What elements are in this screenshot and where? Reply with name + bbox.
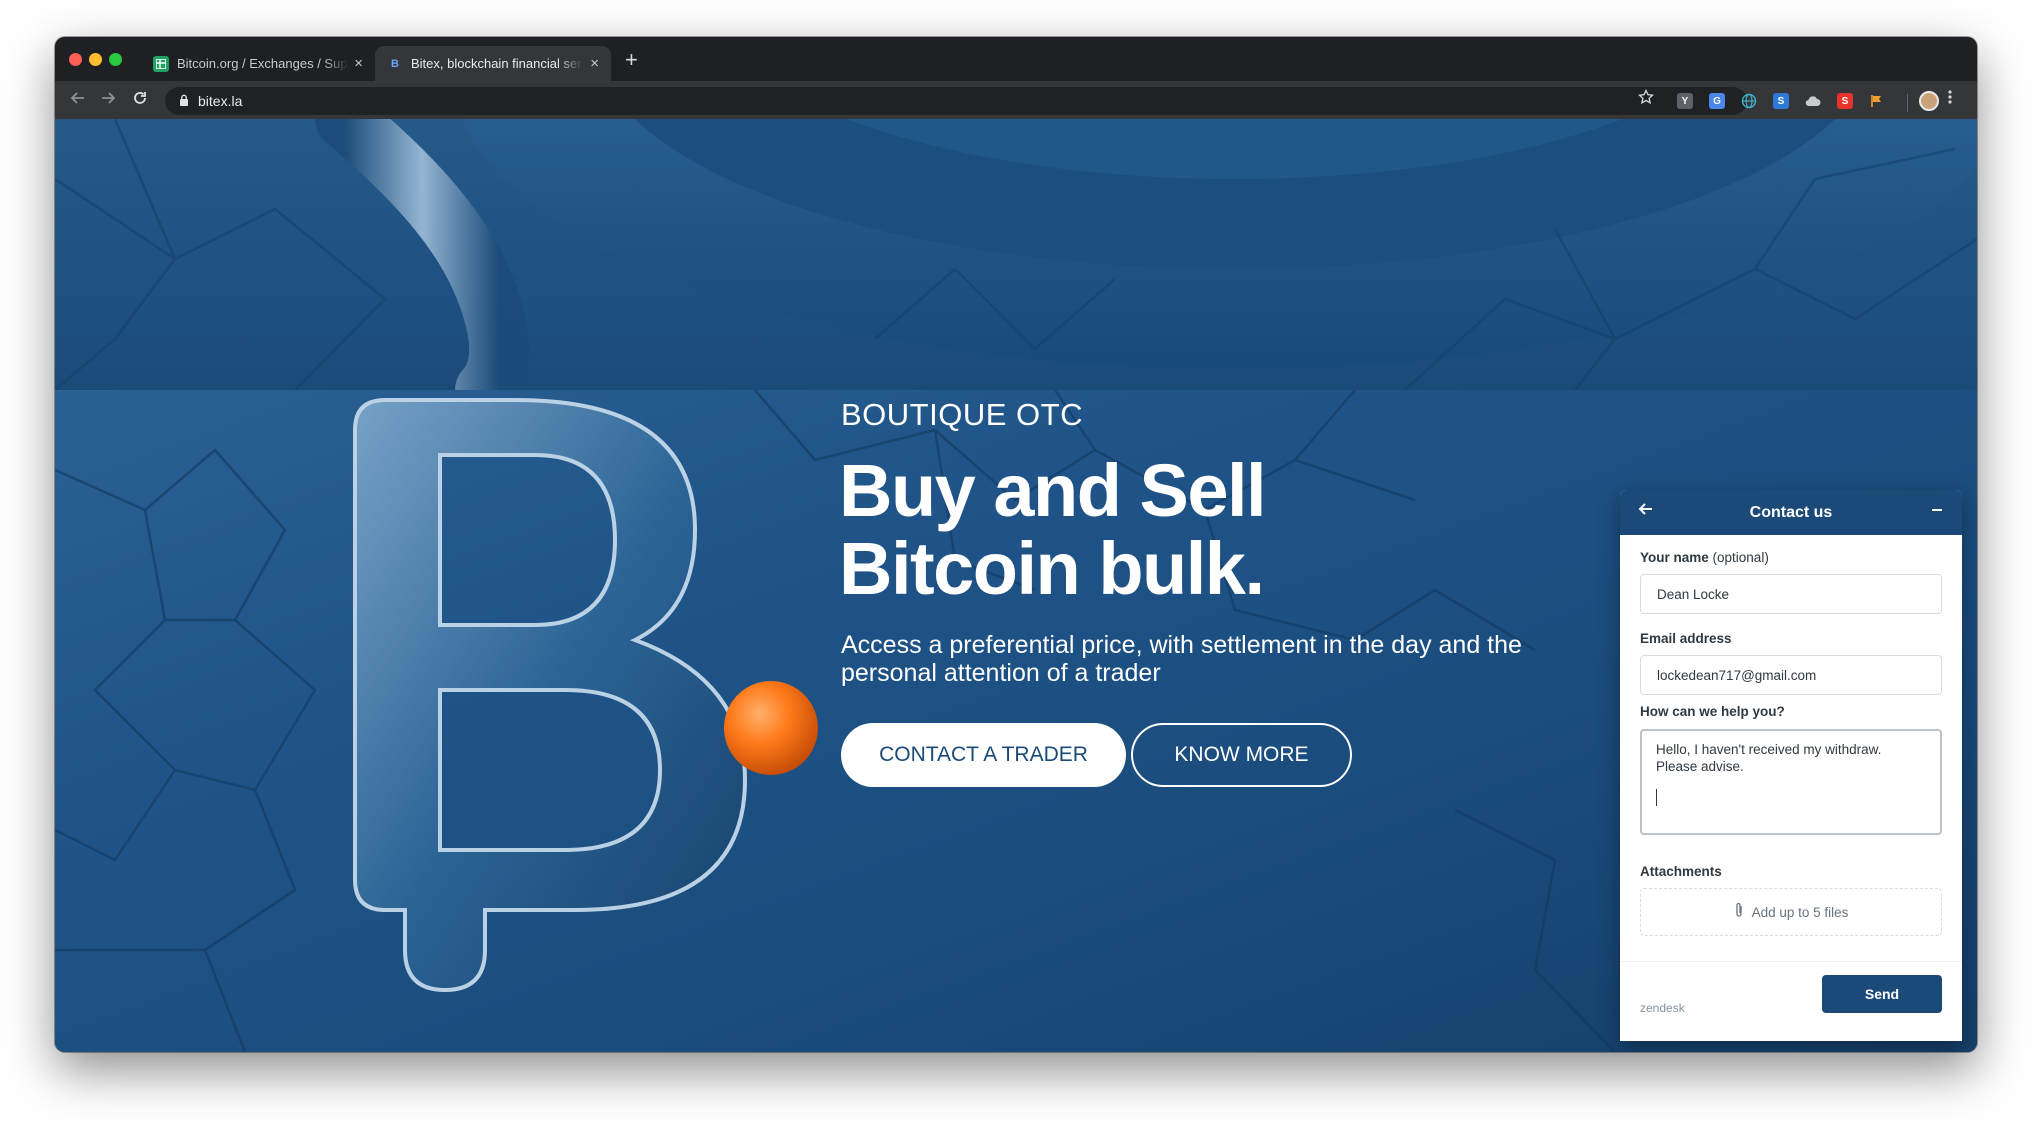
paperclip-icon: [1734, 902, 1744, 923]
close-tab-icon[interactable]: ×: [590, 56, 599, 71]
text-caret: [1656, 789, 1657, 806]
cloud-extension-icon[interactable]: [1805, 93, 1821, 109]
widget-title: Contact us: [1749, 503, 1833, 521]
hero-headline: Buy and Sell Bitcoin bulk.: [839, 452, 1439, 608]
toolbar-divider: [1907, 94, 1908, 112]
browser-window: Bitcoin.org / Exchanges / Supp × B Bitex…: [55, 37, 1977, 1052]
back-arrow-icon[interactable]: [1638, 500, 1654, 523]
back-icon[interactable]: [65, 87, 91, 113]
red-s-extension-icon[interactable]: S: [1837, 93, 1853, 109]
translate-extension-icon[interactable]: G: [1709, 93, 1725, 109]
bitex-icon: B: [391, 57, 399, 70]
s-extension-icon[interactable]: S: [1773, 93, 1789, 109]
hero-subtext: Access a preferential price, with settle…: [841, 631, 1522, 687]
name-label-text: Your name: [1640, 550, 1709, 565]
lock-icon: [179, 94, 189, 109]
know-more-button[interactable]: KNOW MORE: [1131, 723, 1352, 787]
attachments-label: Attachments: [1640, 864, 1722, 879]
headline-line-1: Buy and Sell: [839, 449, 1267, 532]
tab-strip: Bitcoin.org / Exchanges / Supp × B Bitex…: [55, 37, 1977, 81]
minimize-window-button[interactable]: [89, 53, 102, 66]
reload-icon[interactable]: [127, 87, 153, 113]
new-tab-button[interactable]: +: [625, 49, 638, 71]
page-content: BOUTIQUE OTC Buy and Sell Bitcoin bulk. …: [55, 119, 1977, 1052]
hero-banner-image: [55, 119, 1977, 390]
close-tab-icon[interactable]: ×: [354, 56, 363, 71]
message-textarea[interactable]: Hello, I haven't received my withdraw. P…: [1640, 729, 1942, 835]
url-text: bitex.la: [198, 93, 243, 109]
flag-extension-icon[interactable]: [1869, 93, 1885, 109]
close-window-button[interactable]: [69, 53, 82, 66]
tab-bitcoin-org[interactable]: Bitcoin.org / Exchanges / Supp ×: [141, 46, 375, 81]
address-bar[interactable]: bitex.la: [165, 87, 1747, 115]
name-label: Your name (optional): [1640, 550, 1769, 565]
tab-title: Bitex, blockchain financial serv: [411, 56, 583, 71]
orange-ball: [724, 681, 818, 775]
profile-avatar-icon[interactable]: [1919, 91, 1939, 111]
contact-widget: Contact us Your name (optional) Dean Loc…: [1620, 490, 1962, 1041]
name-field[interactable]: Dean Locke: [1640, 574, 1942, 614]
sheets-icon: [153, 55, 169, 72]
attachments-dropzone[interactable]: Add up to 5 files: [1640, 888, 1942, 936]
hero-eyebrow: BOUTIQUE OTC: [841, 397, 1083, 432]
widget-footer: zendesk Send: [1620, 961, 1962, 1041]
email-label: Email address: [1640, 631, 1732, 646]
send-button[interactable]: Send: [1822, 975, 1942, 1013]
attachments-hint: Add up to 5 files: [1751, 904, 1849, 920]
message-text: Hello, I haven't received my withdraw. P…: [1656, 742, 1882, 774]
bookmark-star-icon[interactable]: [1638, 88, 1654, 110]
globe-extension-icon[interactable]: [1741, 93, 1757, 109]
headline-line-2: Bitcoin bulk.: [839, 527, 1265, 610]
forward-icon[interactable]: [95, 87, 121, 113]
contact-trader-button[interactable]: CONTACT A TRADER: [841, 723, 1126, 787]
email-field[interactable]: lockedean717@gmail.com: [1640, 655, 1942, 695]
menu-kebab-icon[interactable]: [1947, 89, 1953, 110]
zendesk-logo[interactable]: zendesk: [1640, 1001, 1685, 1015]
tab-bitex[interactable]: B Bitex, blockchain financial serv ×: [375, 46, 611, 81]
maximize-window-button[interactable]: [109, 53, 122, 66]
minimize-icon[interactable]: [1930, 498, 1944, 521]
help-label: How can we help you?: [1640, 704, 1785, 719]
tab-title: Bitcoin.org / Exchanges / Supp: [177, 56, 349, 71]
extension-icon[interactable]: Y: [1677, 93, 1693, 109]
optional-text: (optional): [1712, 550, 1769, 565]
widget-header: Contact us: [1620, 490, 1962, 535]
browser-toolbar: bitex.la Y G S S: [55, 81, 1977, 119]
